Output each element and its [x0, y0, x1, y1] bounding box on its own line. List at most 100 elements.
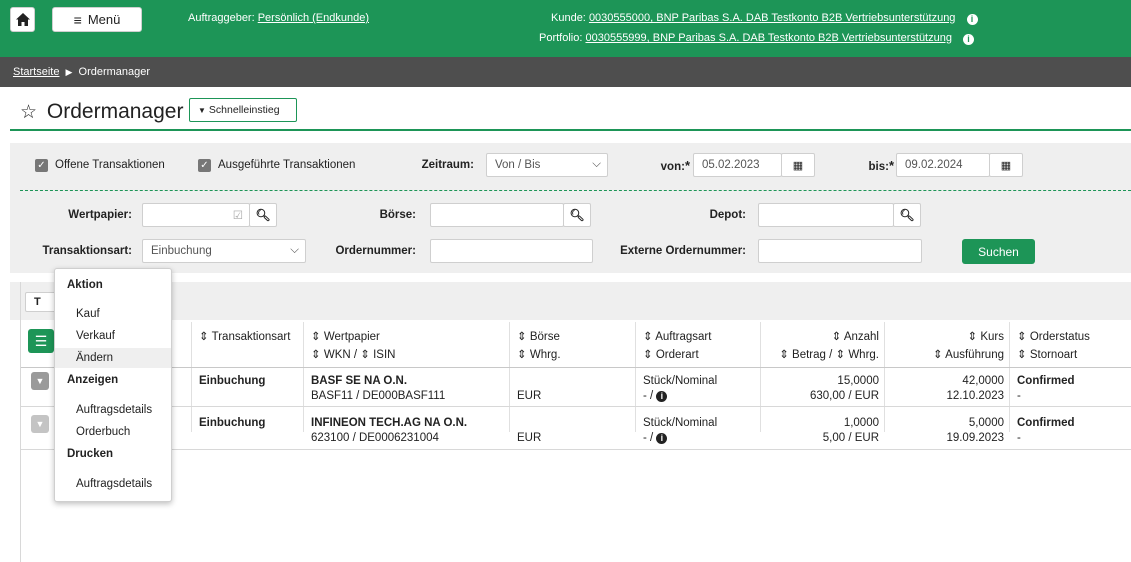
from-date-input[interactable]: 05.02.2023 [693, 153, 782, 177]
search-icon: 🔍︎ [899, 208, 915, 222]
to-date-value: 09.02.2024 [905, 159, 963, 171]
header-execution[interactable]: ⇕ Ausführung [933, 346, 1004, 364]
header-amount-currency[interactable]: ⇕ Betrag / ⇕ Whrg. [779, 346, 879, 364]
order-number-input[interactable] [430, 239, 593, 263]
sort-icon: ⇕ [199, 331, 212, 343]
menu-item-sell[interactable]: Verkauf [55, 326, 171, 346]
portfolio-info-icon[interactable]: i [963, 34, 975, 45]
header-price[interactable]: ⇕ Kurs [968, 328, 1005, 346]
customer-info: Kunde: 0030555000, BNP Paribas S.A. DAB … [551, 12, 978, 25]
exchange-input[interactable] [430, 203, 564, 227]
info-icon[interactable]: i [656, 391, 668, 402]
security-label: Wertpapier: [68, 209, 132, 221]
menu-item-order-book[interactable]: Orderbuch [55, 422, 171, 442]
search-button[interactable]: Suchen [962, 239, 1035, 264]
period-select-value: Von / Bis [495, 159, 541, 171]
client-link[interactable]: Persönlich (Endkunde) [258, 12, 369, 24]
header-wkn-isin[interactable]: ⇕ WKN / ⇕ ISIN [311, 346, 395, 364]
header-transaction-type[interactable]: ⇕ Transaktionsart [199, 328, 290, 346]
executed-transactions-checkbox[interactable]: ✓ [198, 159, 211, 172]
to-date-picker-button[interactable]: ▦ [989, 153, 1023, 177]
menu-item-buy[interactable]: Kauf [55, 304, 171, 324]
header-order-kind-label: Orderart [655, 349, 699, 361]
depot-input[interactable] [758, 203, 894, 227]
column-divider [760, 322, 761, 432]
header-price-label: Kurs [980, 331, 1004, 343]
depot-search-button[interactable]: 🔍︎ [893, 203, 921, 227]
favorite-star-icon[interactable]: ☆ [20, 102, 37, 123]
customer-info-icon[interactable]: i [966, 14, 978, 25]
security-search-button[interactable]: 🔍︎ [249, 203, 277, 227]
table-left-border [20, 282, 21, 562]
header-security[interactable]: ⇕ Wertpapier [311, 328, 380, 346]
row-divider [20, 449, 1131, 450]
header-wkn-isin-label: WKN / ⇕ ISIN [323, 349, 396, 361]
header-order-kind[interactable]: ⇕ Orderart [643, 346, 699, 364]
quick-entry-dropdown[interactable]: ▼ Schnelleinstieg [189, 98, 297, 122]
portfolio-link[interactable]: 0030555999, BNP Paribas S.A. DAB Testkon… [585, 32, 952, 44]
table-toolbar [10, 282, 1131, 320]
row2-quantity: 1,0000 [843, 417, 879, 429]
period-select[interactable]: Von / Bis ⌵ [486, 153, 608, 177]
calendar-icon: ▦ [1000, 159, 1012, 172]
portfolio-prefix: Portfolio: [539, 32, 583, 44]
sort-icon: ⇕ [831, 331, 844, 343]
row1-order-status: Confirmed [1017, 375, 1075, 387]
sort-icon: ⇕ [1017, 349, 1030, 361]
executed-transactions-label: Ausgeführte Transaktionen [218, 159, 356, 171]
from-date-picker-button[interactable]: ▦ [781, 153, 815, 177]
customer-link[interactable]: 0030555000, BNP Paribas S.A. DAB Testkon… [589, 12, 956, 24]
header-transaction-type-label: Transaktionsart [211, 331, 291, 343]
open-transactions-label: Offene Transaktionen [55, 159, 165, 171]
required-asterisk: * [888, 158, 894, 173]
customer-prefix: Kunde: [551, 12, 586, 24]
info-icon[interactable]: i [656, 433, 668, 444]
header-order-type[interactable]: ⇕ Auftragsart [643, 328, 711, 346]
header-currency-label: Whrg. [529, 349, 561, 361]
home-button[interactable] [10, 7, 35, 32]
external-order-number-input[interactable] [758, 239, 922, 263]
calendar-icon: ▦ [792, 159, 804, 172]
header-cancel-type[interactable]: ⇕ Stornoart [1017, 346, 1077, 364]
sort-icon: ⇕ [517, 331, 530, 343]
filter-icon: T [34, 296, 41, 308]
breadcrumb-separator-icon: ▶ [65, 67, 73, 77]
menu-item-print-order-details[interactable]: Auftragsdetails [55, 474, 171, 494]
row2-order-kind: - / [643, 432, 654, 444]
exchange-search-button[interactable]: 🔍︎ [563, 203, 591, 227]
menu-item-order-details[interactable]: Auftragsdetails [55, 400, 171, 420]
checklist-icon[interactable]: ☑ [233, 208, 243, 222]
depot-label: Depot: [709, 209, 746, 221]
header-exchange[interactable]: ⇕ Börse [517, 328, 560, 346]
row-select-button[interactable]: ▼ [31, 372, 49, 390]
open-transactions-checkbox[interactable]: ✓ [35, 159, 48, 172]
hamburger-icon: ≡ [73, 11, 82, 28]
to-date-input[interactable]: 09.02.2024 [896, 153, 990, 177]
sort-icon: ⇕ [517, 349, 530, 361]
menu-item-change[interactable]: Ändern [55, 348, 171, 368]
breadcrumb-home-link[interactable]: Startseite [13, 66, 59, 78]
exchange-label: Börse: [379, 209, 416, 221]
to-label-wrap: bis:* [830, 158, 894, 173]
transaction-type-select[interactable]: Einbuchung ⌵ [142, 239, 306, 263]
menu-button[interactable]: ≡ Menü [52, 7, 142, 32]
row1-quantity: 15,0000 [837, 375, 879, 387]
client-prefix: Auftraggeber: [188, 12, 255, 24]
row-select-button[interactable]: ▼ [31, 415, 49, 433]
row2-order-type: Stück/Nominal [643, 417, 718, 429]
breadcrumb: Startseite ▶ Ordermanager [0, 57, 1131, 87]
header-currency[interactable]: ⇕ Whrg. [517, 346, 561, 364]
client-info: Auftraggeber: Persönlich (Endkunde) [188, 12, 369, 24]
column-divider [635, 322, 636, 432]
search-icon: 🔍︎ [569, 208, 585, 222]
row2-wkn-isin: 623100 / DE0006231004 [311, 432, 439, 444]
row2-price: 5,0000 [968, 417, 1004, 429]
header-quantity[interactable]: ⇕ Anzahl [832, 328, 879, 346]
sort-icon: ⇕ [643, 331, 656, 343]
sort-icon: ⇕ [932, 349, 946, 361]
column-divider [1009, 322, 1010, 432]
header-order-status[interactable]: ⇕ Orderstatus [1017, 328, 1090, 346]
table-actions-menu-button[interactable]: ☰ [28, 329, 54, 353]
home-icon [15, 13, 30, 26]
security-input[interactable]: ☑ [142, 203, 250, 227]
